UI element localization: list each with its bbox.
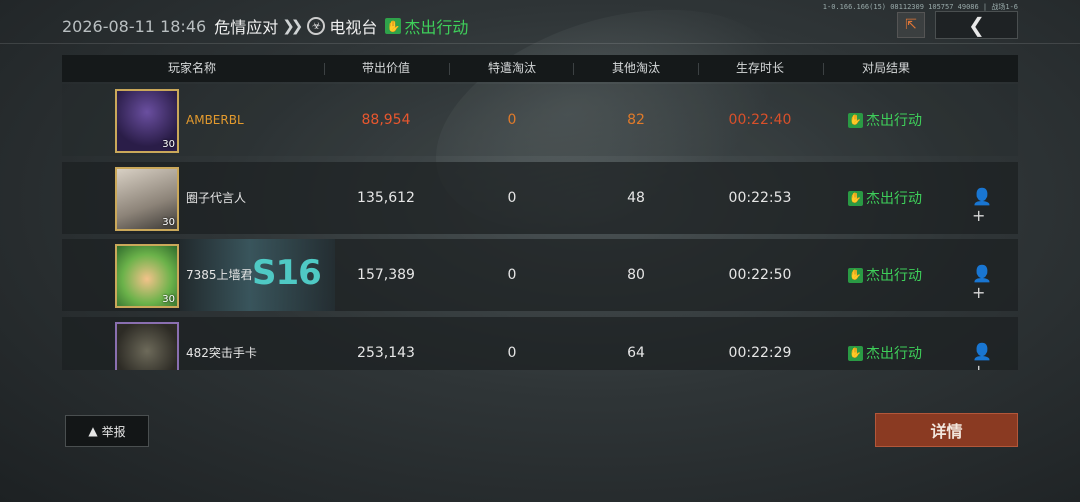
col-player-name: 玩家名称: [167, 61, 216, 75]
player-level: 30: [162, 294, 175, 305]
avatar[interactable]: 30: [115, 244, 179, 308]
result-label: 杰出行动: [866, 191, 922, 207]
col-special-elims: 特遣淘汰: [487, 61, 536, 75]
value-cell: 253,143: [357, 345, 415, 361]
value-cell: 157,389: [357, 267, 415, 283]
result-icon: ✋: [385, 18, 402, 34]
value-cell: 135,612: [357, 190, 415, 206]
player-name: AMBERBL: [186, 113, 244, 127]
column-separator: [698, 63, 699, 75]
col-other-elims: 其他淘汰: [611, 61, 660, 75]
result-cell: ✋ 杰出行动: [848, 239, 922, 311]
result-cell: ✋ 杰出行动: [848, 162, 922, 234]
match-result: 杰出行动: [404, 18, 469, 37]
other-elims-cell: 80: [627, 267, 645, 283]
player-name: 7385上墙君: [186, 268, 253, 282]
warning-icon: ▲: [88, 424, 98, 438]
add-friend-icon[interactable]: 👤+: [972, 264, 994, 302]
add-friend-icon[interactable]: 👤+: [972, 342, 994, 370]
avatar[interactable]: 30: [115, 167, 179, 231]
result-icon: ✋: [848, 267, 863, 283]
result-icon: ✋: [848, 190, 863, 206]
match-header: 2026-08-11 18:46 危情应对 ❯❯ ☣ 电视台 ✋ 杰出行动: [62, 14, 468, 38]
special-elims-cell: 0: [507, 190, 517, 206]
result-label: 杰出行动: [866, 113, 922, 129]
biohazard-icon: ☣: [307, 17, 326, 35]
player-name: 圈子代言人: [186, 191, 247, 205]
special-elims-cell: 0: [507, 267, 517, 283]
add-friend-icon[interactable]: 👤+: [972, 187, 994, 225]
divider: [0, 43, 1080, 44]
other-elims-cell: 48: [627, 190, 645, 206]
details-label: 详情: [930, 422, 963, 441]
survival-cell: 00:22:29: [728, 345, 792, 361]
col-value: 带出价值: [361, 61, 410, 75]
column-separator: [449, 63, 450, 75]
col-result: 对局结果: [861, 61, 910, 75]
result-icon: ✋: [848, 345, 863, 361]
result-label: 杰出行动: [866, 346, 922, 362]
player-name: 482突击手卡: [186, 346, 257, 360]
column-separator: [324, 63, 325, 75]
survival-cell: 00:22:50: [728, 267, 792, 283]
column-separator: [823, 63, 824, 75]
chevron-right-icon: ❯❯: [282, 17, 303, 35]
other-elims-cell: 82: [627, 112, 645, 128]
avatar[interactable]: [115, 322, 179, 370]
details-button[interactable]: 详情: [875, 413, 1018, 447]
col-survival: 生存时长: [735, 61, 784, 75]
match-date: 2026-08-11 18:46: [62, 16, 207, 36]
report-label: 举报: [101, 424, 126, 439]
result-cell: ✋ 杰出行动: [848, 317, 922, 370]
report-button[interactable]: ▲ 举报: [65, 415, 149, 447]
player-level: 30: [162, 217, 175, 228]
share-button[interactable]: ⇱: [897, 12, 925, 38]
result-label: 杰出行动: [866, 268, 922, 284]
result-cell: ✋ 杰出行动: [848, 84, 922, 156]
back-button[interactable]: ❮: [935, 11, 1018, 39]
other-elims-cell: 64: [627, 345, 645, 361]
column-separator: [573, 63, 574, 75]
chevron-left-icon: ❮: [968, 13, 985, 37]
map-name: 电视台: [329, 18, 378, 37]
table-row: 30 圈子代言人 135,612 0 48 00:22:53 ✋ 杰出行动 👤+: [62, 162, 1018, 234]
survival-cell: 00:22:40: [728, 112, 792, 128]
game-mode: 危情应对: [214, 18, 279, 37]
special-elims-cell: 0: [507, 112, 517, 128]
avatar[interactable]: 30: [115, 89, 179, 153]
table-row: S16 30 7385上墙君 157,389 0 80 00:22:50 ✋ 杰…: [62, 239, 1018, 311]
table-row: 30 AMBERBL 88,954 0 82 00:22:40 ✋ 杰出行动: [62, 84, 1018, 156]
table-header: 玩家名称 带出价值 特遣淘汰 其他淘汰 生存时长 对局结果: [62, 55, 1018, 82]
value-cell: 88,954: [361, 112, 411, 128]
survival-cell: 00:22:53: [728, 190, 792, 206]
special-elims-cell: 0: [507, 345, 517, 361]
table-row: 482突击手卡 253,143 0 64 00:22:29 ✋ 杰出行动 👤+: [62, 317, 1018, 370]
player-level: 30: [162, 139, 175, 150]
share-icon: ⇱: [905, 17, 917, 33]
result-icon: ✋: [848, 112, 863, 128]
season-banner-text: S16: [252, 253, 322, 293]
